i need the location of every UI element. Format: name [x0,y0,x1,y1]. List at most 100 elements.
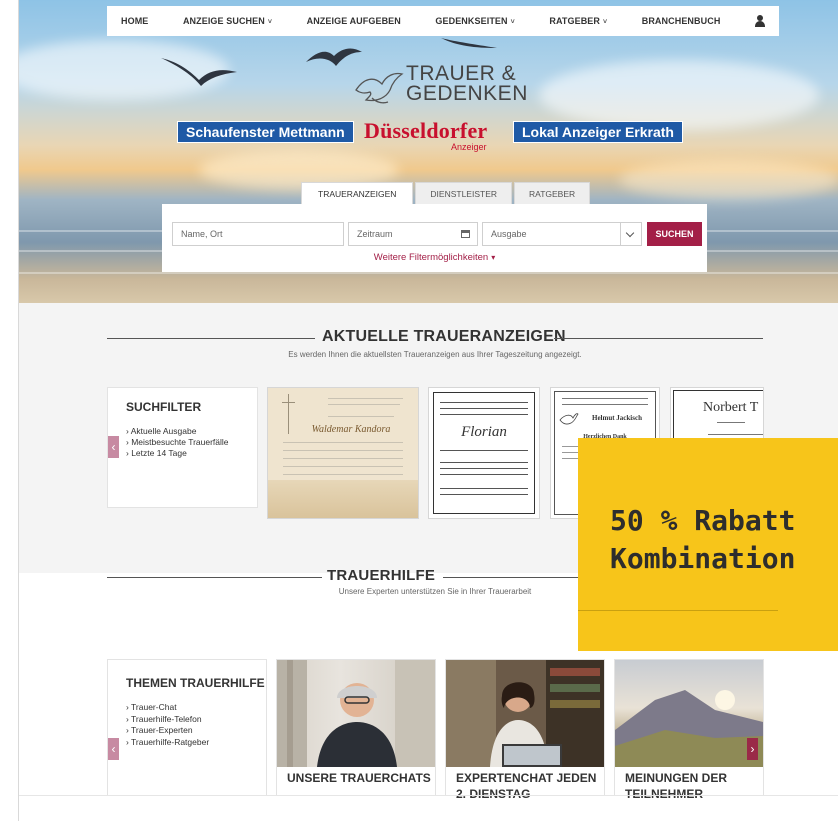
tab-dienstleister[interactable]: DIENSTLEISTER [415,182,513,204]
person-photo [446,660,604,767]
card-title: EXPERTENCHAT JEDEN 2. DIENSTAG [456,771,597,801]
section-title-row: AKTUELLE TRAUERANZEIGEN [107,328,763,348]
section-title: TRAUERHILFE [327,567,436,584]
notice-text-line [283,474,403,475]
main-nav: HOME ANZEIGE SUCHEN ˅ ANZEIGE AUFGEBEN GE… [107,6,779,36]
tab-traueranzeigen[interactable]: TRAUERANZEIGEN [301,182,414,204]
user-icon[interactable] [754,15,765,27]
carousel-prev-button[interactable]: ‹ [108,738,119,760]
title-rule-left [107,577,322,578]
hero-banner: HOME ANZEIGE SUCHEN ˅ ANZEIGE AUFGEBEN GE… [19,0,838,303]
theme-trauerhilfe-telefon[interactable]: Trauerhilfe-Telefon [126,714,209,726]
card-photo [615,660,763,767]
promo-line2: Kombination [610,542,796,575]
theme-trauer-chat[interactable]: Trauer-Chat [126,702,209,714]
theme-trauer-experten[interactable]: Trauer-Experten [126,725,209,737]
newspaper-lokal-anzeiger-erkrath[interactable]: Lokal Anzeiger Erkrath [513,121,683,143]
calendar-icon[interactable] [461,230,470,238]
grief-help-topics-card: THEMEN TRAUERHILFE Trauer-Chat Trauerhil… [108,660,266,795]
notice-text-line [717,422,745,423]
search-button[interactable]: SUCHEN [647,222,702,246]
cloud [619,160,838,200]
tab-ratgeber[interactable]: RATGEBER [514,182,591,204]
themes-list: Trauer-Chat Trauerhilfe-Telefon Trauer-E… [126,702,209,748]
grief-help-card[interactable]: MEINUNGEN DER TEILNEHMER [615,660,763,801]
search-panel: Name, Ort Zeitraum Ausgabe SUCHEN Weiter… [162,204,707,272]
theme-trauerhilfe-ratgeber[interactable]: Trauerhilfe-Ratgeber [126,737,209,749]
logo-text-line2: GEDENKEN [406,82,528,105]
notice-text-line [707,434,763,435]
grief-help-card[interactable]: EXPERTENCHAT JEDEN 2. DIENSTAG [446,660,604,801]
notice-text-line [328,398,403,399]
filter-title: SUCHFILTER [126,400,202,414]
notice-text-line [440,462,528,463]
notice-text-line [328,404,400,405]
dove-icon [355,72,404,104]
nav-label: RATGEBER [549,16,600,26]
nav-anzeige-suchen[interactable]: ANZEIGE SUCHEN ˅ [183,16,272,26]
filter-meistbesuchte[interactable]: Meistbesuchte Trauerfälle [126,437,228,448]
card-title: MEINUNGEN DER TEILNEHMER [625,771,728,801]
person-photo [277,660,435,767]
notice-text-line [440,414,528,415]
obituary-notice[interactable]: Florian [429,388,539,518]
filter-aktuelle-ausgabe[interactable]: Aktuelle Ausgabe [126,426,229,437]
nav-label: GEDENKSEITEN [435,16,508,26]
obituary-name: Waldemar Kandora [311,424,391,435]
nav-gedenkseiten[interactable]: GEDENKSEITEN ˅ [435,16,514,26]
nav-home[interactable]: HOME [121,16,148,26]
notice-text-line [283,458,403,459]
name-ort-input[interactable]: Name, Ort [172,222,344,246]
nav-branchenbuch[interactable]: BRANCHENBUCH [642,16,721,26]
notice-text-line [440,450,528,451]
more-filters-link[interactable]: Weitere Filtermöglichkeiten ▾ [162,252,707,263]
chevron-down-icon: ˅ [510,19,515,26]
title-rule-right [554,338,763,339]
grief-help-card[interactable]: UNSERE TRAUERCHATS [277,660,435,795]
notice-text-line [440,488,528,489]
chevron-down-icon: ˅ [603,19,608,26]
more-filters-label: Weitere Filtermöglichkeiten [373,252,489,263]
title-rule-left [107,338,315,339]
promo-divider [578,610,778,611]
themes-title: THEMEN TRAUERHILFE [126,676,265,690]
nav-anzeige-aufgeben[interactable]: ANZEIGE AUFGEBEN [307,16,401,26]
notice-photo-area [268,480,418,518]
zeitraum-placeholder: Zeitraum [357,229,393,239]
notice-text-line [561,404,649,405]
card-photo [277,660,435,767]
card-title: UNSERE TRAUERCHATS [287,771,431,785]
obituary-name: Norbert T [703,400,759,415]
carousel-next-button[interactable]: › [747,738,758,760]
notice-text-line [561,398,649,399]
promo-overlay[interactable]: 50 % Rabatt Kombination [578,438,838,651]
notice-text-line [440,474,528,475]
notice-border [433,392,535,514]
cloud [539,60,819,130]
mountain-photo [615,690,763,767]
nav-ratgeber[interactable]: RATGEBER ˅ [549,16,607,26]
newspaper-duesseldorfer-sub: Anzeiger [451,142,487,152]
notice-text-line [283,466,403,467]
zeitraum-input[interactable]: Zeitraum [348,222,478,246]
notice-text-line [440,468,528,469]
search-filter-card: SUCHFILTER Aktuelle Ausgabe Meistbesucht… [108,388,257,507]
filter-list: Aktuelle Ausgabe Meistbesuchte Trauerfäl… [126,426,229,459]
notice-text-line [440,408,528,409]
notice-text-line [440,402,528,403]
notice-text-line [283,442,403,443]
ausgabe-select[interactable]: Ausgabe [482,222,642,246]
chevron-down-icon: ˅ [267,19,273,26]
nav-label: ANZEIGE SUCHEN [182,16,265,26]
filter-letzte-14-tage[interactable]: Letzte 14 Tage [126,448,229,459]
section-subtitle: Es werden Ihnen die aktuellsten Traueran… [288,350,582,359]
obituary-name: Florian [461,424,507,440]
newspaper-duesseldorfer[interactable]: Düsseldorfer [364,118,487,144]
page-frame: HOME ANZEIGE SUCHEN ˅ ANZEIGE AUFGEBEN GE… [18,0,838,821]
chevron-down-icon[interactable] [620,223,641,245]
carousel-prev-button[interactable]: ‹ [108,436,119,458]
site-logo[interactable]: TRAUER & GEDENKEN [352,62,542,108]
notice-text-line [328,416,394,417]
newspaper-schaufenster-mettmann[interactable]: Schaufenster Mettmann [177,121,354,143]
obituary-notice[interactable]: Waldemar Kandora [268,388,418,518]
